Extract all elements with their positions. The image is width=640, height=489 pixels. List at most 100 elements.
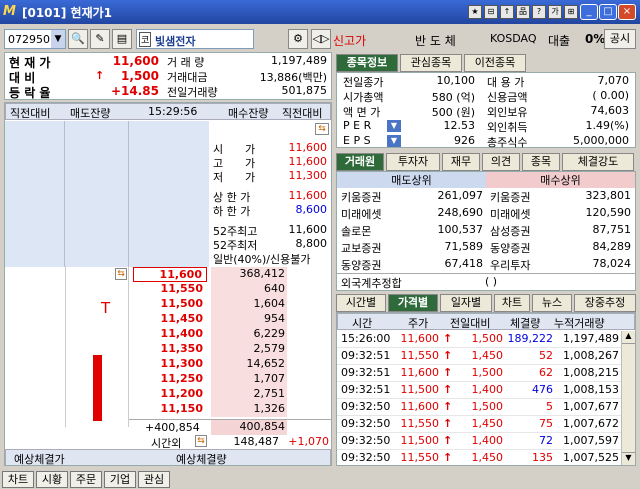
trade-up-arrow-icon: ↑	[443, 434, 453, 447]
trade-time: 09:32:51	[341, 383, 391, 396]
bid-price: 11,550	[160, 282, 203, 295]
layout-icon[interactable]: ⊞	[564, 5, 578, 19]
tab-investor[interactable]: 투자자	[386, 153, 440, 171]
tab-by-time[interactable]: 시간별	[336, 294, 386, 312]
credit-status: 일반(40%)/신용불가	[213, 253, 311, 266]
search-icon[interactable]: 🔍	[68, 29, 88, 49]
tab-watchlist[interactable]: 관심종목	[400, 54, 462, 72]
settings-icon[interactable]: ⚙	[288, 29, 308, 49]
tab-by-day[interactable]: 일자별	[440, 294, 492, 312]
minimize-button[interactable]: _	[580, 4, 598, 20]
afterhours-row: 시간외 ⇆ 148,487 +1,070	[129, 435, 331, 450]
lower-limit-value: 8,600	[295, 203, 328, 216]
trades-rows: 15:26:00 11,600 ↑ 1,500 189,222 1,197,489 09:3…	[337, 331, 621, 465]
header-prev-diff: 직전대비	[10, 107, 51, 120]
font-icon[interactable]: 가	[548, 5, 562, 19]
bid-row[interactable]: 11,500 1,604	[129, 297, 331, 312]
swap-icon[interactable]: ⇆	[315, 123, 329, 135]
bid-row[interactable]: 11,150 1,326	[129, 402, 331, 417]
bid-qty: 14,652	[211, 357, 287, 372]
up-icon[interactable]: ↑	[500, 5, 514, 19]
trade-price: 11,550	[400, 451, 440, 464]
info-label-right: 대 용 가	[487, 76, 525, 89]
bid-row[interactable]: 11,450 954	[129, 312, 331, 327]
info-value-left: 500 (원)	[431, 106, 475, 119]
order-book-header: 직전대비 매도잔량 15:29:56 매수잔량 직전대비	[5, 103, 331, 120]
prev-next-icon[interactable]: ◁▷	[311, 29, 331, 49]
buy-broker-name[interactable]: 키움증권	[490, 189, 530, 205]
bottom-tab-company[interactable]: 기업	[104, 471, 136, 488]
info-label-right: 신용금액	[487, 91, 528, 104]
sell-broker-name[interactable]: 미래에셋	[341, 206, 381, 222]
bottom-tab-interest[interactable]: 관심	[138, 471, 170, 488]
folder-icon[interactable]: ▤	[112, 29, 132, 49]
scroll-down-icon[interactable]: ▼	[622, 452, 635, 465]
bottom-tab-chart[interactable]: 차트	[2, 471, 34, 488]
margin-label: 0%	[585, 32, 606, 46]
volume-label: 거 래 량	[167, 56, 205, 69]
tab-chart[interactable]: 차트	[494, 294, 530, 312]
sell-broker-name[interactable]: 동양증권	[341, 257, 381, 273]
buy-broker-name[interactable]: 미래에셋	[490, 206, 530, 222]
amount-value: 13,886(백만)	[259, 71, 327, 84]
edit-icon[interactable]: ✎	[90, 29, 110, 49]
info-dropdown-icon[interactable]: ▼	[387, 135, 401, 147]
bid-row[interactable]: 11,400 6,229	[129, 327, 331, 342]
tab-item[interactable]: 종목	[522, 153, 560, 171]
dropdown-icon[interactable]: ▼	[51, 30, 65, 48]
bid-row[interactable]: 11,300 14,652	[129, 357, 331, 372]
grid-icon[interactable]: 品	[516, 5, 530, 19]
tab-prev-stock[interactable]: 이전종목	[464, 54, 526, 72]
trade-time: 09:32:50	[341, 434, 391, 447]
bid-row[interactable]: 11,600 368,412 ⇆	[115, 267, 331, 282]
buy-broker-name[interactable]: 동양증권	[490, 240, 530, 256]
tab-by-price[interactable]: 가격별	[388, 294, 438, 312]
bid-price: 11,400	[160, 327, 203, 340]
buy-broker-name[interactable]: 삼성증권	[490, 223, 530, 239]
sell-broker-name[interactable]: 키움증권	[341, 189, 381, 205]
disclosure-button[interactable]: 공시	[604, 29, 636, 49]
trades-header-cum: 누적거래량	[554, 317, 605, 330]
trade-time: 09:32:50	[341, 417, 391, 430]
maximize-button[interactable]: □	[599, 4, 617, 20]
foreign-row: 외국계추정합 ( )	[337, 273, 635, 290]
favorite-icon[interactable]: ★	[468, 5, 482, 19]
bottom-tab-market[interactable]: 시황	[36, 471, 68, 488]
tab-stock-info[interactable]: 종목정보	[336, 54, 398, 72]
trade-time: 09:32:50	[341, 400, 391, 413]
bid-swap-icon[interactable]: ⇆	[115, 268, 127, 280]
tab-news[interactable]: 뉴스	[532, 294, 572, 312]
info-value-right: 7,070	[597, 74, 630, 87]
trade-diff: 1,450	[471, 451, 504, 464]
tab-finance[interactable]: 재무	[442, 153, 480, 171]
trade-price: 11,600	[400, 366, 440, 379]
bid-row[interactable]: 11,550 640	[129, 282, 331, 297]
stock-name-field[interactable]: 코 빛샘전자	[136, 29, 254, 49]
tab-broker[interactable]: 거래원	[336, 153, 384, 171]
sell-broker-name[interactable]: 솔로몬	[341, 223, 371, 239]
buy-broker-name[interactable]: 우리투자	[490, 257, 530, 273]
help-icon[interactable]: ?	[532, 5, 546, 19]
bottom-tab-order[interactable]: 주문	[70, 471, 102, 488]
tab-opinion[interactable]: 의견	[482, 153, 520, 171]
current-price: 11,600	[112, 54, 159, 68]
bid-row[interactable]: 11,200 2,751	[129, 387, 331, 402]
scroll-up-icon[interactable]: ▲	[622, 331, 635, 344]
trade-qty: 476	[532, 383, 553, 396]
trade-qty: 189,222	[507, 332, 554, 345]
trades-scrollbar[interactable]: ▲ ▼	[621, 331, 635, 465]
trade-cum: 1,007,677	[563, 400, 619, 413]
stock-code-input[interactable]: 072950 ▼	[4, 29, 66, 49]
bid-row[interactable]: 11,350 2,579	[129, 342, 331, 357]
sell-broker-name[interactable]: 교보증권	[341, 240, 381, 256]
link-icon[interactable]: ⊟	[484, 5, 498, 19]
bid-price: 11,300	[160, 357, 203, 370]
bid-row[interactable]: 11,250 1,707	[129, 372, 331, 387]
bid-price: 11,600	[133, 267, 207, 282]
afterhours-swap-icon[interactable]: ⇆	[195, 435, 207, 447]
tab-intraday-estimate[interactable]: 장중추정	[574, 294, 636, 312]
order-book: 직전대비 매도잔량 15:29:56 매수잔량 직전대비 ⇆ 시 고 저 가 가…	[4, 102, 332, 466]
tab-strength[interactable]: 체결강도	[562, 153, 634, 171]
close-button[interactable]: ×	[618, 4, 636, 20]
info-dropdown-icon[interactable]: ▼	[387, 120, 401, 132]
